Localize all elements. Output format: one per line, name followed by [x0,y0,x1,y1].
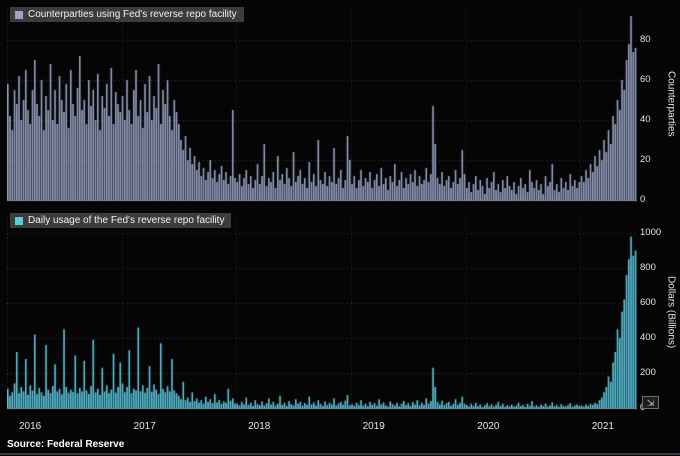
bottom-divider [0,453,680,455]
y-tick-label: 80 [640,34,651,45]
y-tick-label: 200 [640,367,656,378]
x-tick-label-2018: 2018 [248,421,271,432]
counterparties-axis-title: Counterparties [665,71,677,137]
x-tick-label-2017: 2017 [133,421,156,432]
x-tick-label-2021: 2021 [591,421,614,432]
legend-counterparties-label: Counterparties using Fed's reverse repo … [28,9,237,20]
y-tick-label: 40 [640,114,651,125]
counterparties-swatch-icon [15,10,23,19]
usage-axis-title: Dollars (Billions) [665,275,677,349]
legend-usage-label: Daily usage of the Fed's reverse repo fa… [28,215,225,226]
usage-plot[interactable] [7,212,637,414]
y-tick-label: 800 [640,262,656,273]
x-axis-years: 2016 2017 2018 2019 2020 2021 [0,421,680,435]
source-label: Source: Federal Reserve [7,439,125,450]
zoom-tool-icon[interactable]: ⇲ [642,396,659,409]
legend-counterparties: Counterparties using Fed's reverse repo … [10,7,244,22]
y-tick-label: 400 [640,332,656,343]
rrp-facility-chart-screen: Counterparties using Fed's reverse repo … [0,0,680,456]
y-tick-label: 600 [640,297,656,308]
y-tick-label: 20 [640,154,651,165]
counterparties-plot[interactable] [7,4,637,206]
y-tick-label: 0 [640,194,646,205]
x-tick-label-2016: 2016 [19,421,42,432]
y-tick-label: 1000 [640,227,662,238]
x-tick-label-2020: 2020 [477,421,500,432]
y-tick-label: 60 [640,74,651,85]
legend-usage: Daily usage of the Fed's reverse repo fa… [10,213,232,228]
x-tick-label-2019: 2019 [362,421,385,432]
usage-swatch-icon [15,216,23,225]
